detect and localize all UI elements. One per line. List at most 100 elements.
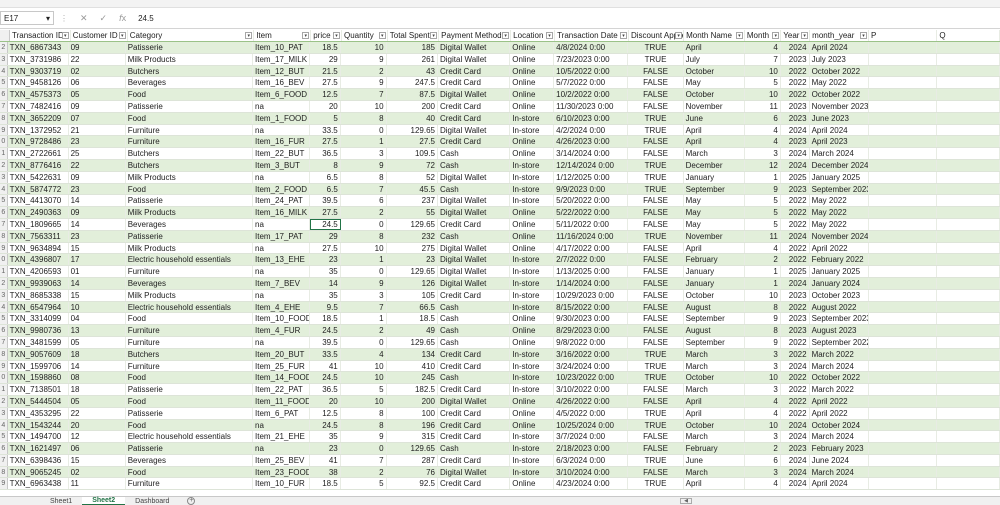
column-header-m[interactable]: Month ▾: [745, 30, 782, 41]
table-cell[interactable]: FALSE: [628, 207, 684, 218]
table-cell[interactable]: November 2023: [810, 100, 869, 112]
table-cell[interactable]: [937, 171, 1000, 183]
table-cell[interactable]: 27.5: [310, 136, 341, 148]
table-cell[interactable]: July: [684, 53, 745, 65]
table-cell[interactable]: TXN_9634894: [8, 242, 69, 254]
table-cell[interactable]: 09: [69, 207, 126, 218]
table-cell[interactable]: [869, 242, 938, 254]
table-cell[interactable]: April 2022: [810, 407, 869, 419]
row-number[interactable]: 0: [0, 254, 8, 266]
table-cell[interactable]: 18.5: [310, 313, 341, 325]
table-cell[interactable]: 9: [341, 277, 387, 289]
table-cell[interactable]: TRUE: [628, 372, 684, 384]
table-cell[interactable]: Online: [510, 230, 555, 242]
table-cell[interactable]: [869, 53, 938, 65]
table-cell[interactable]: April 2023: [810, 136, 869, 148]
table-cell[interactable]: In-store: [510, 301, 555, 313]
table-cell[interactable]: March: [684, 384, 745, 395]
row-number[interactable]: 5: [0, 77, 8, 89]
table-cell[interactable]: TXN_9458126: [8, 77, 69, 89]
table-cell[interactable]: TRUE: [628, 419, 684, 431]
row-number[interactable]: 6: [0, 89, 8, 100]
table-cell[interactable]: [869, 266, 938, 277]
table-cell[interactable]: TRUE: [628, 53, 684, 65]
table-cell[interactable]: [869, 159, 938, 171]
table-cell[interactable]: TXN_3652209: [8, 112, 69, 124]
filter-dropdown-icon[interactable]: ▾: [502, 32, 510, 39]
table-cell[interactable]: 9/30/2023 0:00: [554, 313, 629, 325]
table-cell[interactable]: Butchers: [126, 65, 254, 77]
table-cell[interactable]: In-store: [510, 289, 555, 301]
table-cell[interactable]: May 2022: [810, 207, 869, 218]
table-cell[interactable]: March: [684, 431, 745, 443]
table-cell[interactable]: 3: [341, 148, 387, 159]
table-cell[interactable]: 35: [310, 431, 341, 443]
table-cell[interactable]: In-store: [510, 183, 555, 195]
table-cell[interactable]: Credit Card: [438, 77, 511, 89]
table-cell[interactable]: 1: [745, 266, 781, 277]
row-number[interactable]: 1: [0, 266, 8, 277]
table-cell[interactable]: 2022: [781, 254, 810, 266]
table-cell[interactable]: TXN_9065245: [8, 466, 69, 478]
table-cell[interactable]: 06: [69, 443, 126, 454]
column-header-i[interactable]: Location ▾: [511, 30, 556, 41]
table-cell[interactable]: March 2022: [810, 348, 869, 360]
row-number[interactable]: 1: [0, 384, 8, 395]
table-cell[interactable]: April 2024: [810, 42, 869, 53]
table-cell[interactable]: June 2024: [810, 454, 869, 466]
table-cell[interactable]: 23: [310, 254, 341, 266]
table-cell[interactable]: 100: [387, 407, 438, 419]
table-cell[interactable]: FALSE: [628, 325, 684, 336]
table-cell[interactable]: 14: [69, 195, 126, 207]
table-cell[interactable]: Beverages: [126, 277, 254, 289]
filter-dropdown-icon[interactable]: ▾: [619, 32, 627, 39]
table-cell[interactable]: TRUE: [628, 171, 684, 183]
table-cell[interactable]: 43: [387, 65, 438, 77]
table-cell[interactable]: TRUE: [628, 159, 684, 171]
table-cell[interactable]: 01: [69, 266, 126, 277]
table-cell[interactable]: 9: [341, 53, 387, 65]
table-cell[interactable]: [869, 195, 938, 207]
table-cell[interactable]: na: [253, 443, 311, 454]
table-cell[interactable]: February: [684, 443, 745, 454]
table-cell[interactable]: 0: [341, 266, 387, 277]
table-cell[interactable]: Furniture: [126, 336, 254, 348]
table-cell[interactable]: 2: [341, 65, 387, 77]
table-cell[interactable]: 06: [69, 77, 126, 89]
table-cell[interactable]: 9: [341, 431, 387, 443]
table-cell[interactable]: TXN_5874772: [8, 183, 69, 195]
table-cell[interactable]: February 2023: [810, 443, 869, 454]
table-cell[interactable]: [869, 89, 938, 100]
table-cell[interactable]: 27.5: [310, 207, 341, 218]
table-cell[interactable]: 20: [69, 419, 126, 431]
table-cell[interactable]: May 2022: [810, 77, 869, 89]
table-cell[interactable]: May 2022: [810, 218, 869, 230]
table-cell[interactable]: [937, 53, 1000, 65]
table-cell[interactable]: 35: [310, 289, 341, 301]
table-cell[interactable]: 10: [341, 42, 387, 53]
table-cell[interactable]: TXN_7563311: [8, 230, 69, 242]
table-cell[interactable]: 3: [745, 431, 781, 443]
table-cell[interactable]: 5: [341, 478, 387, 490]
table-cell[interactable]: 23: [69, 230, 126, 242]
table-cell[interactable]: Milk Products: [126, 171, 254, 183]
table-cell[interactable]: 15: [69, 242, 126, 254]
table-cell[interactable]: March 2022: [810, 384, 869, 395]
table-cell[interactable]: November: [684, 100, 745, 112]
table-cell[interactable]: 7: [341, 183, 387, 195]
table-cell[interactable]: Milk Products: [126, 242, 254, 254]
table-cell[interactable]: October: [684, 89, 745, 100]
table-cell[interactable]: 9.5: [310, 301, 341, 313]
table-cell[interactable]: Item_25_BEV: [253, 454, 311, 466]
table-cell[interactable]: 21.5: [310, 65, 341, 77]
table-cell[interactable]: 2022: [781, 384, 810, 395]
table-cell[interactable]: TXN_9980736: [8, 325, 69, 336]
table-cell[interactable]: Item_16_MILK: [253, 207, 311, 218]
table-cell[interactable]: 4/17/2022 0:00: [554, 242, 629, 254]
table-cell[interactable]: 14: [69, 360, 126, 372]
table-cell[interactable]: 2024: [781, 478, 810, 490]
table-cell[interactable]: 129.65: [387, 443, 438, 454]
row-number[interactable]: 7: [0, 218, 8, 230]
table-cell[interactable]: 10/29/2023 0:00: [554, 289, 629, 301]
table-cell[interactable]: 15: [69, 289, 126, 301]
